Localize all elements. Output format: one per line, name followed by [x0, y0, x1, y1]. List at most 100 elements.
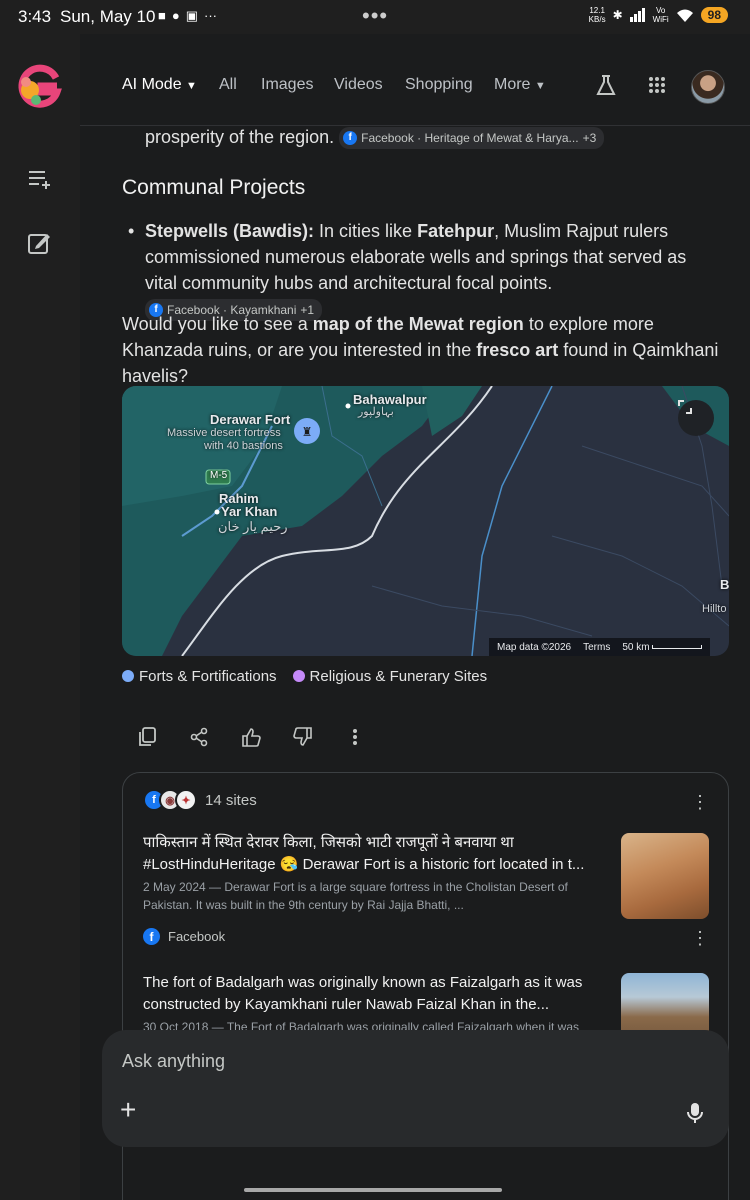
map-label-derawar: Derawar Fort: [210, 412, 291, 427]
tab-images[interactable]: Images: [261, 76, 313, 94]
copy-icon: [139, 727, 156, 746]
apps-grid-icon[interactable]: [648, 76, 666, 94]
labs-flask-icon[interactable]: [595, 74, 617, 96]
expand-map-button[interactable]: [678, 400, 714, 436]
wifi-icon: [676, 9, 693, 22]
source-title-line: The fort of Badalgarh was originally kno…: [143, 974, 583, 991]
site-favicon-icon: ✦: [175, 789, 197, 811]
new-chat-button[interactable]: [24, 228, 54, 258]
copy-button[interactable]: [136, 726, 158, 748]
thumbs-up-button[interactable]: [240, 726, 262, 748]
ask-input[interactable]: Ask anything: [122, 1051, 225, 1072]
response-actions: [136, 726, 366, 748]
question-text: Would you like to see a: [122, 314, 313, 334]
more-options-button[interactable]: [344, 726, 366, 748]
bullet-text-1: In cities like: [314, 221, 418, 241]
tab-ai-mode[interactable]: AI Mode ▼: [122, 76, 197, 94]
status-bar: 3:43 Sun, May 10 ■ ● ▣ ··· ••• 12.1 KB/s…: [0, 0, 750, 34]
avatar[interactable]: [691, 70, 725, 104]
add-attachment-button[interactable]: +: [120, 1096, 136, 1124]
map-label-derawar-desc: Massive desert fortress: [167, 427, 281, 439]
map-label-derawar-desc: with 40 bastions: [204, 440, 283, 452]
ask-input-bar: Ask anything +: [102, 1030, 729, 1147]
followup-question: Would you like to see a map of the Mewat…: [122, 311, 732, 389]
map-scale-label: 50 km: [622, 641, 650, 653]
source-favicons: f ◉ ✦: [143, 789, 197, 811]
vowifi-label: Vo WiFi: [652, 6, 669, 24]
home-indicator[interactable]: [244, 1188, 502, 1192]
left-rail: [0, 34, 80, 1200]
share-icon: [190, 727, 208, 747]
kebab-icon: [353, 729, 357, 745]
map-label-rahim: Yar Khan: [221, 504, 278, 519]
list-sparkle-icon: [29, 171, 50, 189]
source-title[interactable]: The fort of Badalgarh was originally kno…: [143, 971, 613, 994]
tab-all[interactable]: All: [219, 76, 237, 94]
tab-shopping[interactable]: Shopping: [405, 76, 473, 94]
share-button[interactable]: [188, 726, 210, 748]
map-terms-link[interactable]: Terms: [583, 642, 610, 653]
question-bold: fresco art: [476, 340, 559, 360]
thumbs-down-button[interactable]: [292, 726, 314, 748]
legend-item-religious[interactable]: Religious & Funerary Sites: [292, 668, 488, 685]
citation-chip[interactable]: f Facebook · Heritage of Mewat & Harya...…: [339, 127, 605, 150]
castle-icon: ♜: [302, 425, 313, 439]
battery-indicator: 98: [700, 7, 728, 23]
map-legend: Forts & Fortifications Religious & Funer…: [122, 668, 487, 685]
lock-icon: ■: [158, 8, 166, 23]
source-menu-icon[interactable]: ⋮: [691, 929, 709, 947]
source-title-line: #LostHinduHeritage 😪 Derawar Fort is a h…: [143, 856, 585, 873]
search-tabs-bar: AI Mode ▼ All Images Videos Shopping Mor…: [80, 34, 750, 126]
bullet-bold-2: Fatehpur: [417, 221, 495, 241]
legend-dot: [122, 670, 134, 682]
source-site[interactable]: f Facebook: [143, 928, 225, 945]
source-title[interactable]: पाकिस्तान में स्थित देरावर किला, जिसको भ…: [143, 831, 613, 854]
source-thumbnail[interactable]: [621, 833, 709, 919]
section-heading: Communal Projects: [122, 176, 306, 199]
chevron-down-icon: ▼: [186, 80, 197, 92]
status-date: Sun, May 10: [60, 7, 156, 26]
legend-label: Forts & Fortifications: [139, 668, 277, 685]
answer-paragraph-partial: prosperity of the region. f Facebook · He…: [145, 124, 750, 150]
facebook-icon: f: [343, 131, 358, 146]
more-notifications-icon: ···: [204, 8, 218, 23]
tab-more[interactable]: More ▼: [494, 76, 546, 94]
sources-header[interactable]: f ◉ ✦ 14 sites: [143, 789, 257, 811]
source-site-name: Facebook: [168, 929, 226, 944]
source-title[interactable]: #LostHinduHeritage 😪 Derawar Fort is a h…: [143, 853, 613, 876]
map-attribution: Map data ©2026 Terms 50 km: [489, 638, 711, 656]
sim-icon: ▣: [185, 8, 199, 23]
map-scale: 50 km: [622, 641, 703, 653]
source-title-line: constructed by Kayamkhani ruler Nawab Fa…: [143, 996, 550, 1013]
app-icon: ●: [171, 8, 180, 23]
edit-icon: [28, 234, 50, 254]
legend-label: Religious & Funerary Sites: [309, 668, 488, 685]
new-thread-list-button[interactable]: [24, 164, 54, 194]
map-label-rahim-urdu: رحیم یار خان: [218, 519, 288, 534]
source-title-line: पाकिस्तान में स्थित देरावर किला, जिसको भ…: [143, 834, 514, 851]
legend-item-forts[interactable]: Forts & Fortifications: [122, 668, 277, 685]
map-label-motorway: M-5: [210, 470, 228, 481]
sources-count: 14 sites: [205, 791, 257, 809]
tab-videos[interactable]: Videos: [334, 76, 383, 94]
status-time: 3:43: [18, 7, 52, 26]
question-bold: map of the Mewat region: [312, 314, 524, 334]
sources-menu-icon[interactable]: ⋮: [691, 793, 709, 811]
citation-label: Facebook · Heritage of Mewat & Harya...: [361, 131, 579, 146]
source-snippet: 2 May 2024 — Derawar Fort is a large squ…: [143, 880, 568, 912]
bluetooth-icon: ✱: [612, 8, 623, 22]
map-data-label: Map data ©2026: [497, 641, 572, 653]
signal-icon: [629, 8, 645, 22]
map[interactable]: ♜ Bahawalpur بہاولپور Derawar Fort Massi…: [122, 386, 729, 656]
source-title[interactable]: constructed by Kayamkhani ruler Nawab Fa…: [143, 993, 613, 1016]
microphone-icon[interactable]: [687, 1102, 703, 1124]
thumbs-down-icon: [293, 727, 312, 746]
network-rate: 12.1 KB/s: [588, 6, 606, 24]
window-handle-dots[interactable]: •••: [362, 3, 388, 29]
expand-icon: [678, 400, 692, 414]
main-content: AI Mode ▼ All Images Videos Shopping Mor…: [80, 34, 750, 1200]
facebook-icon: f: [143, 928, 160, 945]
google-logo-icon[interactable]: [16, 64, 62, 110]
map-label-hillto: Hillto: [702, 603, 727, 615]
chevron-down-icon: ▼: [534, 80, 546, 92]
